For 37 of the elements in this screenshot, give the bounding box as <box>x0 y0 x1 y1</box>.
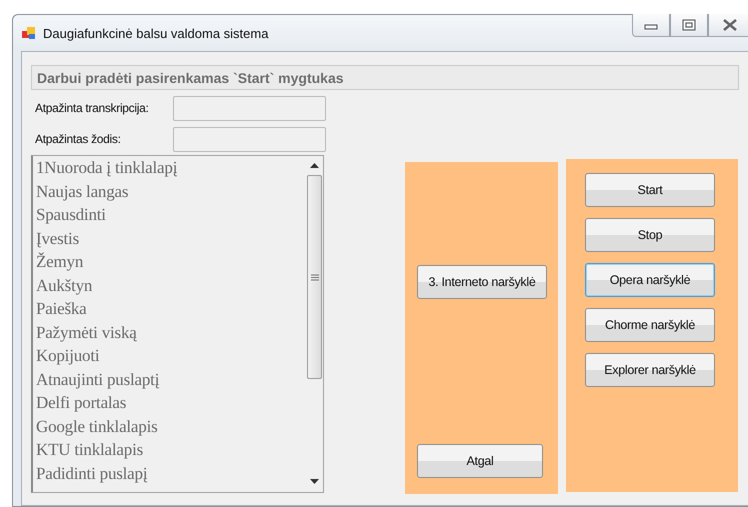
list-item[interactable]: Kopijuoti <box>36 345 306 368</box>
list-item[interactable]: Pažymėti viską <box>36 322 306 345</box>
list-item[interactable]: 1Nuoroda į tinklalapį <box>36 157 306 180</box>
minimize-button[interactable] <box>632 14 670 37</box>
list-item[interactable]: Įvestis <box>36 228 306 251</box>
list-item[interactable]: Padidinti puslapį <box>36 462 306 486</box>
list-item[interactable]: Delfi portalas <box>36 392 306 416</box>
panel-button[interactable]: Atgal <box>417 444 543 478</box>
app-icon <box>21 25 37 41</box>
close-icon <box>722 19 738 31</box>
panel-button[interactable]: Start <box>585 173 715 207</box>
field-label: Atpažintas žodis: <box>34 132 122 146</box>
scrollbar-thumb[interactable] <box>307 175 322 379</box>
close-button[interactable] <box>708 14 748 37</box>
list-item[interactable]: Žemyn <box>36 251 306 274</box>
list-item[interactable]: Atnaujinti puslaptį <box>36 368 306 392</box>
list-item[interactable]: Spausdinti <box>36 204 306 228</box>
scroll-up-icon[interactable] <box>310 163 319 168</box>
instruction-banner: Darbui pradėti pasirenkamas `Start` mygtukas <box>31 65 739 90</box>
panel-button[interactable]: Explorer naršyklė <box>585 353 715 387</box>
panel-button[interactable]: Chorme naršyklė <box>585 308 715 342</box>
field-label: Atpažinta transkripcija: <box>34 101 150 115</box>
list-item[interactable]: Google tinklalapis <box>36 416 306 439</box>
list-item[interactable]: KTU tinklalapis <box>36 439 306 462</box>
panel-button[interactable]: 3. Interneto naršyklė <box>417 265 547 299</box>
list-item[interactable]: Paieška <box>36 298 306 322</box>
panel-button[interactable]: Stop <box>585 218 715 252</box>
list-item[interactable]: Aukštyn <box>36 274 306 298</box>
command-list[interactable]: 1Nuoroda į tinklalapį Naujas langas Spausdinti Įvestis Žemyn Aukštyn Paieška Pažymėti viską Kopijuoti Atnaujinti puslaptį Delfi portalas Google tinklalapis KTU tinklalapis Padidinti puslapį <box>31 155 324 493</box>
scroll-down-icon[interactable] <box>310 479 319 484</box>
maximize-icon <box>682 19 696 31</box>
window-title: Daugiafunkcinė balsu valdoma sistema <box>43 26 268 40</box>
list-item[interactable]: Naujas langas <box>36 180 306 204</box>
panel-button[interactable]: Opera naršyklė <box>585 263 715 297</box>
input-field[interactable] <box>173 126 326 152</box>
maximize-button[interactable] <box>670 14 708 37</box>
input-field[interactable] <box>173 96 326 120</box>
